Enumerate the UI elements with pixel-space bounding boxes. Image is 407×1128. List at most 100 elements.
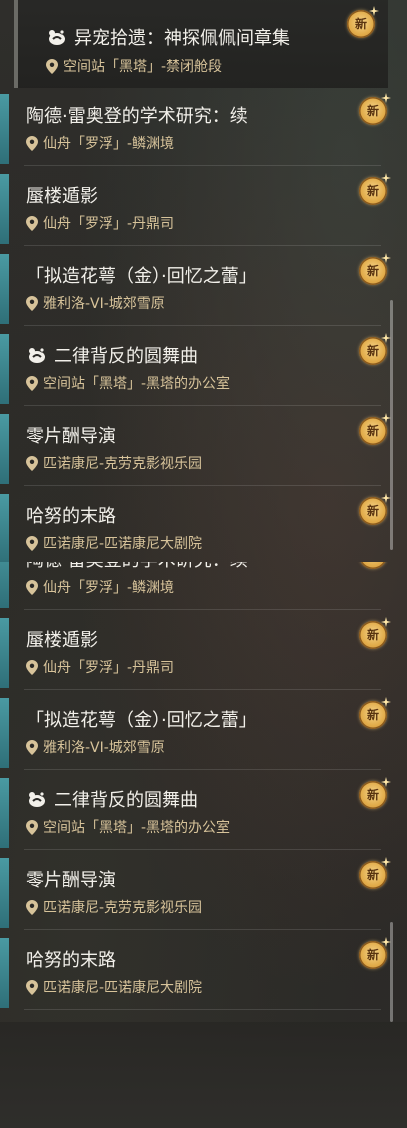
background-footer	[0, 1022, 407, 1128]
mission-list-item[interactable]: 二律背反的圆舞曲 空间站「黑塔」-黑塔的办公室 新	[0, 776, 395, 850]
new-badge: 新	[357, 937, 391, 971]
pet-paw-icon	[49, 29, 65, 45]
mission-list-item[interactable]: 零片酬导演 匹诺康尼-克劳克影视乐园 新	[0, 856, 395, 930]
item-accent-bar	[0, 778, 9, 848]
sparkle-icon	[381, 173, 391, 183]
mission-title: 「拟造花萼（金）·回忆之蕾」	[26, 710, 257, 731]
mission-location: 仙舟「罗浮」-鳞渊境	[43, 580, 175, 596]
new-badge: 新	[357, 697, 391, 731]
new-badge: 新	[357, 562, 389, 571]
item-accent-bar	[0, 858, 9, 928]
location-pin-icon	[26, 899, 38, 915]
new-badge: 新	[357, 413, 391, 447]
sparkle-icon	[381, 253, 391, 263]
location-pin-icon	[26, 295, 38, 311]
mission-list-screen: { "first_mission": { "title": "异宠拾遗：神探佩佩…	[0, 0, 407, 1128]
mission-title: 蜃楼遁影	[26, 186, 98, 207]
divider	[24, 485, 381, 486]
new-badge: 新	[345, 6, 379, 40]
location-pin-icon	[26, 819, 38, 835]
mission-title: 哈努的末路	[26, 950, 116, 971]
item-accent-bar	[0, 698, 9, 768]
mission-location: 仙舟「罗浮」-鳞渊境	[43, 136, 175, 152]
sparkle-icon	[381, 777, 391, 787]
new-badge: 新	[357, 173, 391, 207]
sparkle-icon	[381, 857, 391, 867]
location-pin-icon	[26, 375, 38, 391]
item-accent-bar	[0, 334, 9, 404]
mission-list-item[interactable]: 蜃楼遁影仙舟「罗浮」-丹鼎司 新	[0, 172, 395, 246]
mission-list-item[interactable]: 二律背反的圆舞曲空间站「黑塔」-黑塔的办公室 新	[0, 332, 395, 406]
location-pin-icon	[26, 535, 38, 551]
location-pin-icon	[26, 739, 38, 755]
mission-title: 异宠拾遗：神探佩佩间章集	[74, 28, 290, 49]
pet-paw-icon	[29, 791, 45, 807]
mission-list-item[interactable]: 「拟造花萼（金）·回忆之蕾」雅利洛-VI-城郊雪原 新	[0, 696, 395, 770]
new-badge: 新	[357, 617, 391, 651]
mission-title: 零片酬导演	[26, 426, 116, 447]
mission-location: 匹诺康尼-匹诺康尼大剧院	[43, 980, 203, 996]
item-accent-bar	[0, 94, 9, 164]
mission-location: 仙舟「罗浮」-丹鼎司	[43, 216, 175, 232]
mission-title: 蜃楼遁影	[26, 630, 98, 651]
mission-list-lower: 陶德·雷奥登的学术研究：续仙舟「罗浮」-鳞渊境新蜃楼遁影仙舟「罗浮」-丹鼎司新「…	[0, 562, 395, 1022]
divider	[24, 849, 381, 850]
mission-title: 陶德·雷奥登的学术研究：续	[26, 562, 248, 572]
mission-list-item[interactable]: 哈努的末路匹诺康尼-匹诺康尼大剧院 新	[0, 936, 395, 1010]
divider	[24, 689, 381, 690]
mission-title: 哈努的末路	[26, 506, 116, 527]
mission-location: 空间站「黑塔」-黑塔的办公室	[43, 376, 231, 392]
mission-list-upper: 异宠拾遗：神探佩佩间章集 空间站「黑塔」-禁闭舱段 新 陶德·雷奥登的学术研究：…	[0, 0, 395, 562]
mission-list-item[interactable]: 零片酬导演匹诺康尼-克劳克影视乐园 新	[0, 412, 395, 486]
divider	[24, 609, 381, 610]
item-accent-bar	[0, 494, 9, 562]
sparkle-icon	[369, 6, 379, 16]
mission-list-item[interactable]: 蜃楼遁影仙舟「罗浮」-丹鼎司 新	[0, 616, 395, 690]
item-accent-bar	[0, 562, 9, 608]
new-badge: 新	[357, 857, 391, 891]
new-badge: 新	[357, 777, 391, 811]
scrollbar[interactable]	[390, 922, 393, 1022]
location-pin-icon	[26, 215, 38, 231]
sparkle-icon	[381, 617, 391, 627]
location-pin-icon	[26, 659, 38, 675]
mission-list-item[interactable]: 哈努的末路匹诺康尼-匹诺康尼大剧院 新	[0, 492, 395, 562]
divider	[24, 165, 381, 166]
item-accent-bar	[0, 618, 9, 688]
mission-location: 雅利洛-VI-城郊雪原	[43, 740, 165, 756]
new-badge: 新	[357, 93, 391, 127]
new-badge: 新	[357, 253, 391, 287]
pet-paw-icon	[29, 347, 45, 363]
item-accent-bar	[0, 938, 9, 1008]
mission-location: 仙舟「罗浮」-丹鼎司	[43, 660, 175, 676]
divider	[24, 929, 381, 930]
mission-location: 空间站「黑塔」-黑塔的办公室	[43, 820, 231, 836]
sparkle-icon	[381, 697, 391, 707]
mission-list-item[interactable]: 「拟造花萼（金）·回忆之蕾」 雅利洛-VI-城郊雪原 新	[0, 252, 395, 326]
mission-location: 匹诺康尼-匹诺康尼大剧院	[43, 536, 203, 552]
scrollbar[interactable]	[390, 300, 393, 550]
mission-list-item[interactable]: 陶德·雷奥登的学术研究：续仙舟「罗浮」-鳞渊境 新	[0, 562, 395, 610]
item-accent-bar	[0, 254, 9, 324]
location-pin-icon	[26, 455, 38, 471]
mission-title: 二律背反的圆舞曲	[54, 346, 198, 367]
sparkle-icon	[381, 93, 391, 103]
new-badge: 新	[357, 493, 391, 527]
mission-card-selected[interactable]: 异宠拾遗：神探佩佩间章集 空间站「黑塔」-禁闭舱段	[14, 0, 388, 88]
new-badge: 新	[357, 333, 391, 367]
divider	[24, 1009, 381, 1010]
mission-title: 陶德·雷奥登的学术研究：续	[26, 106, 248, 127]
item-accent-bar	[0, 174, 9, 244]
mission-title: 「拟造花萼（金）·回忆之蕾」	[26, 266, 257, 287]
divider	[24, 245, 381, 246]
location-pin-icon	[26, 979, 38, 995]
mission-location: 匹诺康尼-克劳克影视乐园	[43, 456, 203, 472]
mission-title: 零片酬导演	[26, 870, 116, 891]
divider	[24, 769, 381, 770]
divider	[24, 325, 381, 326]
mission-location: 空间站「黑塔」-禁闭舱段	[63, 59, 223, 75]
item-accent-bar	[0, 414, 9, 484]
divider	[24, 405, 381, 406]
location-pin-icon	[46, 58, 58, 74]
mission-list-item[interactable]: 陶德·雷奥登的学术研究：续仙舟「罗浮」-鳞渊境 新	[0, 92, 395, 166]
